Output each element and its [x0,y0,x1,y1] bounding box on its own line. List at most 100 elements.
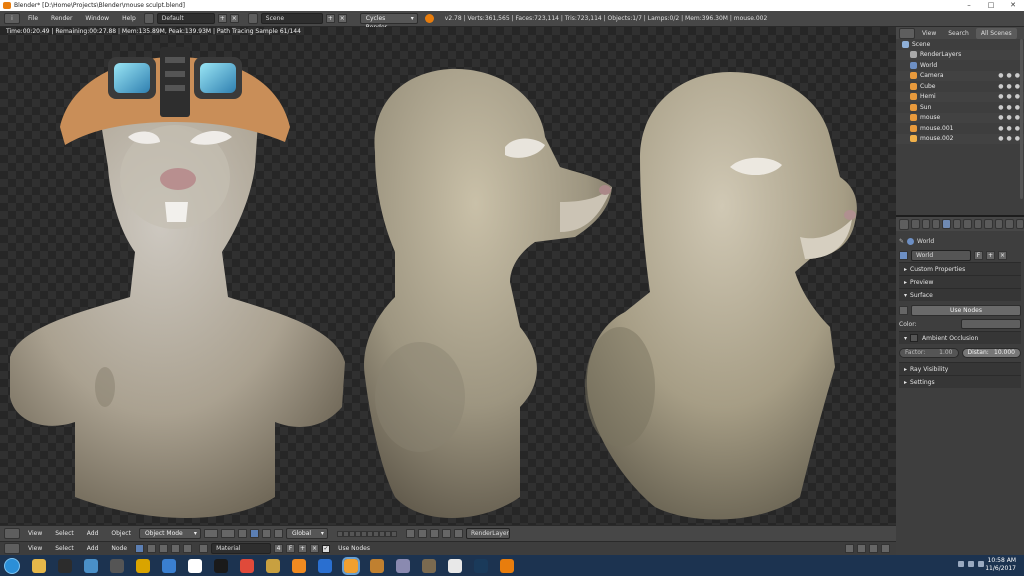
eye-icon[interactable]: ● [998,83,1003,90]
outliner-editor-icon[interactable] [899,27,915,39]
render-layer-field[interactable]: RenderLayer [465,528,510,539]
cursor-icon[interactable]: ● [1007,93,1012,100]
world-context-icon[interactable] [942,219,951,229]
scene-icon[interactable] [247,13,258,24]
world-unlink-button[interactable]: × [998,250,1007,260]
cursor-icon[interactable]: ● [1007,72,1012,79]
render-engine-dropdown[interactable]: Cycles Render [359,13,418,31]
fake-user-toggle[interactable]: F [286,544,296,553]
world-new-button[interactable]: + [986,250,995,260]
shader-type-icon[interactable] [135,544,145,553]
properties-editor-icon[interactable] [899,218,910,230]
layer-buttons[interactable] [336,530,397,537]
menu-add[interactable]: Add [82,530,104,537]
recycle-icon[interactable] [84,558,98,573]
use-nodes-checkbox[interactable]: ✓ [322,544,331,553]
pivot-point-button[interactable] [220,529,235,538]
outliner-item[interactable]: Camera ● ● ● [896,70,1024,81]
data-context-icon[interactable] [973,219,983,229]
firefox-icon[interactable] [292,558,306,573]
manipulator-toggle[interactable] [237,529,247,538]
object-context-icon[interactable] [952,219,962,229]
folder-icon[interactable] [162,558,176,573]
screen-layout-field[interactable]: Default [156,13,215,24]
material-users[interactable]: 4 [274,544,284,553]
visibility-toggles[interactable]: ● ● ● [998,93,1020,100]
world-browse-icon[interactable] [899,250,908,260]
cursor-icon[interactable]: ● [1007,114,1012,121]
media-icon[interactable] [58,558,72,573]
material-field[interactable]: Material [211,543,272,554]
badge-icon[interactable] [370,558,384,573]
taskbar-clock[interactable]: 10:58 AM 11/6/2017 [985,557,1016,573]
renderlayers-context-icon[interactable] [921,219,930,229]
remove-layout-button[interactable]: × [229,14,239,23]
network-icon[interactable] [968,561,974,567]
menu-file[interactable]: File [23,15,43,22]
orientation-dropdown[interactable]: Global [285,528,328,539]
menu-select[interactable]: Select [50,530,79,537]
node-copy-icon[interactable] [869,544,878,553]
pen-icon[interactable] [214,558,228,573]
panel-ray-visibility[interactable]: Ray Visibility [899,362,1021,375]
blender-icon[interactable] [500,558,514,573]
node-snap-icon[interactable] [857,544,866,553]
7zip-icon[interactable] [188,558,202,573]
remove-scene-button[interactable]: × [337,14,347,23]
eye-icon[interactable]: ● [998,125,1003,132]
gimp-icon[interactable] [422,558,436,573]
rotate-manipulator[interactable] [261,529,271,538]
menu-object[interactable]: Object [106,530,136,537]
ao-checkbox[interactable] [910,334,919,342]
view3d-editor-icon[interactable] [4,528,20,539]
start-button[interactable] [4,557,20,574]
pin-icon[interactable]: ✎ [899,238,904,245]
world-name-field[interactable]: World [911,249,971,261]
daz-icon[interactable] [318,558,332,573]
outliner-item[interactable]: RenderLayers [896,49,1024,60]
maximize-button[interactable]: □ [980,0,1002,11]
node-backdrop-icon[interactable] [845,544,854,553]
texture-type-icon[interactable] [147,544,157,553]
visibility-toggles[interactable]: ● ● ● [998,104,1020,111]
cursor-icon[interactable]: ● [1007,83,1012,90]
world-type-icon[interactable] [183,544,193,553]
snap-icon[interactable] [417,529,427,538]
node-menu-select[interactable]: Select [50,545,79,552]
panel-settings[interactable]: Settings [899,375,1021,388]
panel-preview[interactable]: Preview [899,275,1021,288]
material-browse-icon[interactable] [199,544,209,553]
proportional-icon[interactable] [429,529,439,538]
visibility-toggles[interactable]: ● ● ● [998,135,1020,142]
world-fake-user[interactable]: F [974,250,983,260]
menu-render[interactable]: Render [46,15,77,22]
outliner-item[interactable]: Sun ● ● ● [896,102,1024,113]
menu-view[interactable]: View [23,530,47,537]
translate-manipulator[interactable] [249,529,259,538]
outliner-item[interactable]: mouse.001 ● ● ● [896,123,1024,134]
node-menu-node[interactable]: Node [106,545,132,552]
explorer-icon[interactable] [32,558,46,573]
material-context-icon[interactable] [984,219,993,229]
compositing-type-icon[interactable] [159,544,169,553]
object-type-icon[interactable] [171,544,181,553]
cursor-icon[interactable]: ● [1007,125,1012,132]
panel-custom-properties[interactable]: Custom Properties [899,262,1021,275]
scene-context-icon[interactable] [931,219,941,229]
steam-icon[interactable] [474,558,488,573]
add-scene-button[interactable]: + [325,14,335,23]
outliner-item[interactable]: World [896,60,1024,71]
particles-context-icon[interactable] [1005,219,1014,229]
node-menu-add[interactable]: Add [82,545,104,552]
outliner-display-mode[interactable]: All Scenes [975,27,1017,39]
box-icon[interactable] [396,558,410,573]
visibility-toggles[interactable]: ● ● ● [998,83,1020,90]
modifiers-context-icon[interactable] [963,219,972,229]
outliner-item[interactable]: Cube ● ● ● [896,81,1024,92]
node-paste-icon[interactable] [881,544,890,553]
scene-field[interactable]: Scene [260,13,323,24]
minimize-button[interactable]: – [958,0,980,11]
outliner-item[interactable]: Hemi ● ● ● [896,91,1024,102]
unlink-material-button[interactable]: × [310,544,320,553]
close-button[interactable]: ✕ [1002,0,1024,11]
